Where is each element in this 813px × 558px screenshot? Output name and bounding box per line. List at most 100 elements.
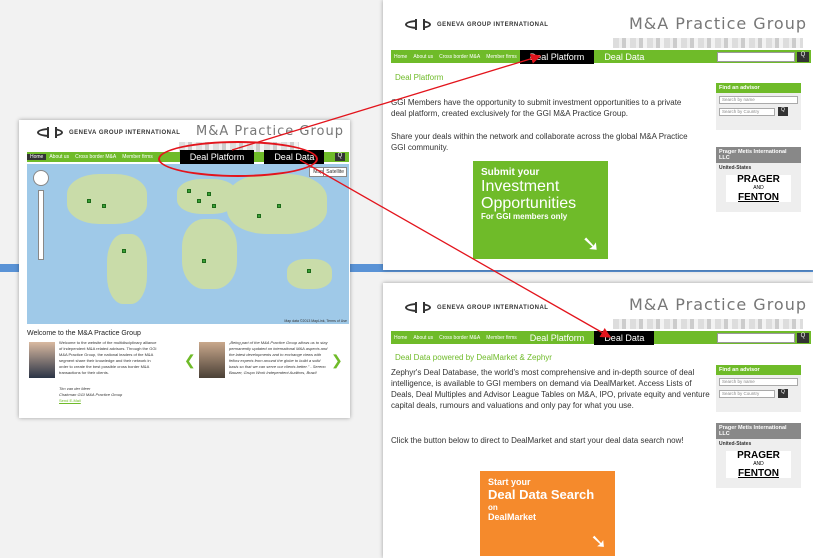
signer-email-link[interactable]: Send E-Mail xyxy=(59,398,81,403)
nav-deal-platform[interactable]: Deal Platform xyxy=(520,333,595,343)
advisor-search-button[interactable]: Q xyxy=(778,389,788,398)
firm-logo-line-3: FENTON xyxy=(738,192,779,203)
firm-logo-line-3: FENTON xyxy=(738,468,779,479)
country-select[interactable]: Search by Country xyxy=(719,107,775,116)
ggi-logo: GENEVA GROUP INTERNATIONAL xyxy=(405,19,549,30)
satellite-tab[interactable]: Satellite xyxy=(323,167,347,177)
search-icon: Q xyxy=(800,333,806,339)
chairman-photo xyxy=(29,342,55,378)
find-advisor-panel: Find an advisor Search by name Search by… xyxy=(716,83,801,130)
cta-line-1: Start your xyxy=(488,477,531,487)
submit-investment-button[interactable]: Submit your Investment Opportunities For… xyxy=(473,161,608,259)
search-button[interactable]: Q xyxy=(335,153,345,161)
deal-data-search-button[interactable]: Start your Deal Data Search on DealMarke… xyxy=(480,471,615,556)
map-footer: Map data ©2013 MapLink, Terms of Use xyxy=(284,319,347,323)
firm-country: United-States xyxy=(719,441,752,447)
nav-about[interactable]: About us xyxy=(410,335,436,341)
cta-line-2: Deal Data Search xyxy=(488,487,595,502)
map-pin[interactable] xyxy=(187,189,191,193)
pan-control[interactable] xyxy=(33,170,49,186)
logo-text: GENEVA GROUP INTERNATIONAL xyxy=(437,304,549,311)
firm-title: Prager Metis International LLC xyxy=(716,423,801,439)
nav-member-firms[interactable]: Member firms xyxy=(483,54,520,60)
welcome-body: Welcome to the website of the multidisci… xyxy=(59,340,157,375)
testimonial-quote: „Being part of the M&A Practice Group al… xyxy=(229,340,328,375)
arrow-icon: ➘ xyxy=(590,531,607,553)
cta-line-2: Investment xyxy=(481,178,560,195)
nav-member-firms[interactable]: Member firms xyxy=(483,335,520,341)
map-north-america xyxy=(67,174,147,224)
advisor-name-input[interactable]: Search by name xyxy=(719,96,798,104)
map-pin[interactable] xyxy=(207,192,211,196)
arrow-icon: ➘ xyxy=(581,231,600,256)
search-icon: Q xyxy=(337,153,343,159)
advisor-search-button[interactable]: Q xyxy=(778,107,788,116)
site-title: M&A Practice Group xyxy=(195,124,344,139)
ggi-logo: GENEVA GROUP INTERNATIONAL xyxy=(37,127,181,138)
map-pin[interactable] xyxy=(277,204,281,208)
carousel-next[interactable]: ❯ xyxy=(331,352,343,369)
find-advisor-title: Find an advisor xyxy=(716,83,801,93)
skyline-banner xyxy=(613,38,803,48)
deal-data-screenshot: GENEVA GROUP INTERNATIONAL M&A Practice … xyxy=(383,283,813,558)
search-icon: Q xyxy=(800,52,806,58)
cta-line-3: Opportunities xyxy=(481,195,577,212)
map-pin[interactable] xyxy=(102,204,106,208)
nav-cross-border[interactable]: Cross border M&A xyxy=(72,154,119,160)
map-south-america xyxy=(107,234,147,304)
nav-home[interactable]: Home xyxy=(391,54,410,60)
world-map[interactable]: Map Satellite Map data ©2013 MapLink, Te… xyxy=(27,164,349,324)
nav-member-firms[interactable]: Member firms xyxy=(119,154,156,160)
zoom-slider[interactable] xyxy=(38,190,44,260)
map-pin[interactable] xyxy=(212,204,216,208)
firm-country: United-States xyxy=(719,165,752,171)
nav-about[interactable]: About us xyxy=(410,54,436,60)
testimonial-photo xyxy=(199,342,225,378)
search-input[interactable] xyxy=(717,52,795,62)
search-input[interactable] xyxy=(717,333,795,343)
ggi-logo-icon xyxy=(37,127,63,138)
cta-line-4: DealMarket xyxy=(488,512,537,522)
find-advisor-title: Find an advisor xyxy=(716,365,801,375)
firm-logo-line-1: PRAGER xyxy=(737,174,780,185)
nav-home[interactable]: Home xyxy=(27,154,47,160)
site-title: M&A Practice Group xyxy=(628,14,807,33)
welcome-title: Welcome to the M&A Practice Group xyxy=(27,330,141,337)
country-select[interactable]: Search by Country xyxy=(719,389,775,398)
map-pin[interactable] xyxy=(87,199,91,203)
map-pin[interactable] xyxy=(307,269,311,273)
nav-cross-border[interactable]: Cross border M&A xyxy=(436,335,483,341)
site-title: M&A Practice Group xyxy=(628,295,807,314)
nav-deal-data[interactable]: Deal Data xyxy=(594,330,655,345)
map-pin[interactable] xyxy=(122,249,126,253)
cta-line-1: Submit your xyxy=(481,167,540,178)
nav-about[interactable]: About us xyxy=(46,154,72,160)
data-paragraph-1: Zephyr's Deal Database, the world's most… xyxy=(391,368,710,410)
search-button[interactable]: Q xyxy=(797,333,809,343)
cta-line-4: For GGI members only xyxy=(481,212,568,221)
find-advisor-panel: Find an advisor Search by name Search by… xyxy=(716,365,801,412)
signer-name: Tim van der Meer xyxy=(59,386,91,391)
data-paragraph-2: Click the button below to direct to Deal… xyxy=(391,436,684,445)
signer-role: Chairman GGI M&A Practice Group xyxy=(59,392,123,397)
map-pin[interactable] xyxy=(202,259,206,263)
map-pin[interactable] xyxy=(197,199,201,203)
logo-text: GENEVA GROUP INTERNATIONAL xyxy=(437,21,549,28)
page-title: Deal Data powered by DealMarket & Zephyr xyxy=(395,353,552,362)
search-button[interactable]: Q xyxy=(797,52,809,62)
member-firm-panel: Prager Metis International LLC United-St… xyxy=(716,423,801,488)
carousel-prev[interactable]: ❮ xyxy=(184,352,196,369)
firm-logo[interactable]: PRAGER AND FENTON xyxy=(726,174,791,203)
nav-deal-platform[interactable]: Deal Platform xyxy=(519,49,595,64)
nav-deal-data[interactable]: Deal Data xyxy=(594,52,654,62)
map-africa xyxy=(182,219,237,289)
logo-text: GENEVA GROUP INTERNATIONAL xyxy=(69,129,181,136)
page-title: Deal Platform xyxy=(395,73,444,82)
nav-cross-border[interactable]: Cross border M&A xyxy=(436,54,483,60)
deal-platform-screenshot: GENEVA GROUP INTERNATIONAL M&A Practice … xyxy=(383,0,813,270)
nav-home[interactable]: Home xyxy=(391,335,410,341)
map-pin[interactable] xyxy=(257,214,261,218)
advisor-name-input[interactable]: Search by name xyxy=(719,378,798,386)
firm-logo[interactable]: PRAGER AND FENTON xyxy=(726,451,791,479)
cta-line-3: on xyxy=(488,503,498,512)
